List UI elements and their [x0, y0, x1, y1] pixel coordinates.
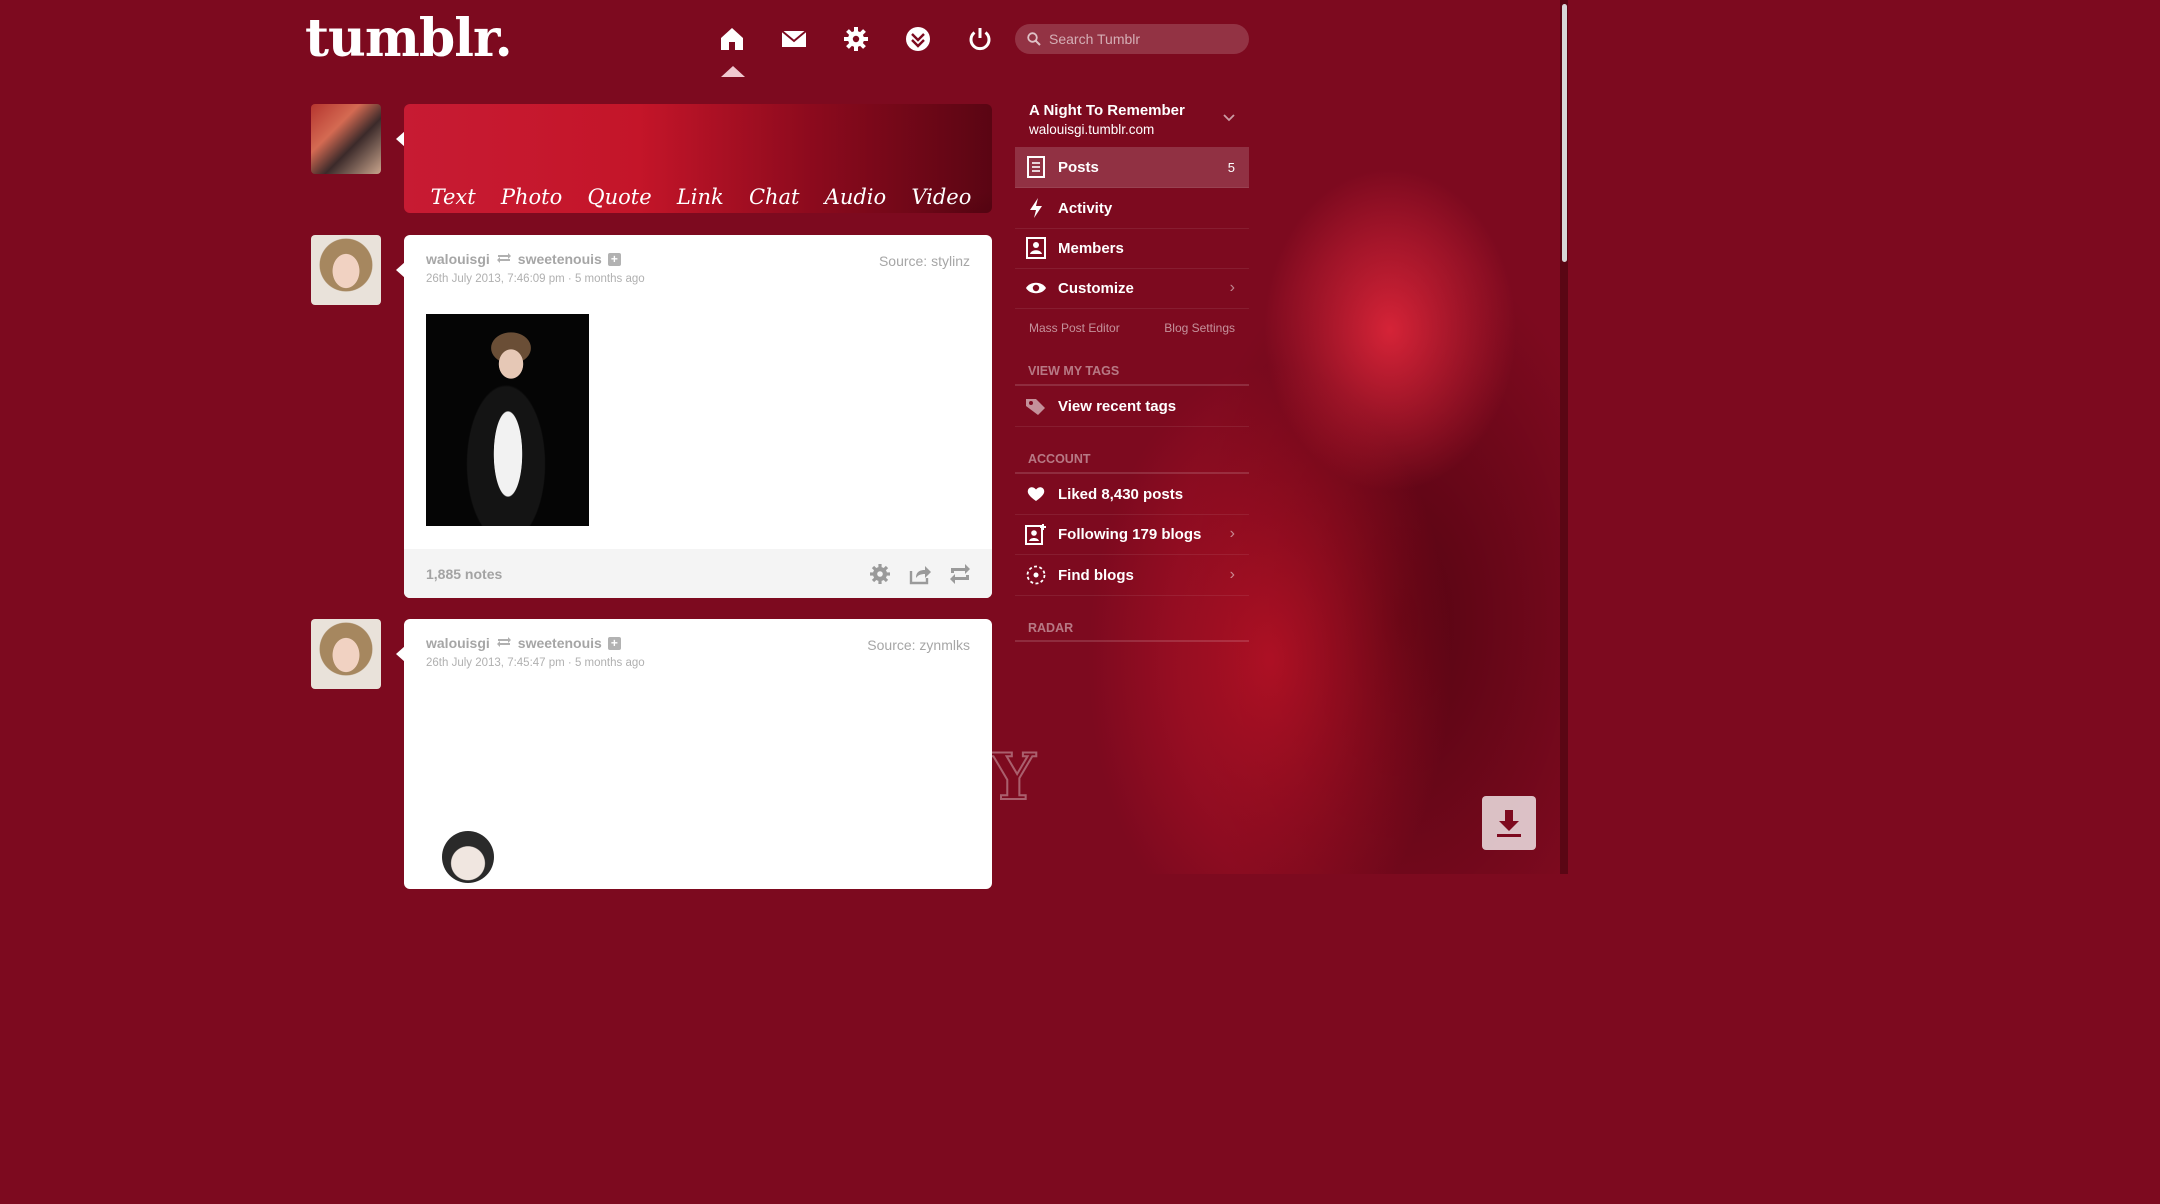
sidebar-item-members[interactable]: Members — [1015, 228, 1249, 269]
blog-title: A Night To Remember — [1029, 102, 1185, 119]
post-source[interactable]: Source: zynmlks — [867, 637, 970, 653]
search-icon — [1027, 32, 1041, 46]
sidebar-item-label: Find blogs — [1058, 566, 1134, 584]
section-header-radar: RADAR — [1028, 621, 1074, 635]
blog-settings-link[interactable]: Blog Settings — [1164, 321, 1235, 335]
home-button[interactable] — [716, 22, 748, 56]
tag-icon — [1025, 395, 1047, 417]
sidebar-item-find-blogs[interactable]: Find blogs › — [1015, 555, 1249, 596]
section-header-tags: VIEW MY TAGS — [1028, 364, 1120, 378]
post-type-video[interactable]: Video — [911, 185, 971, 209]
sidebar-item-label: Following 179 blogs — [1058, 525, 1202, 543]
sidebar-item-following[interactable]: Following 179 blogs › — [1015, 514, 1249, 555]
following-icon — [1025, 523, 1047, 545]
post-type-chat[interactable]: Chat — [749, 185, 800, 209]
share-icon[interactable] — [908, 562, 932, 586]
follow-plus-icon[interactable]: + — [607, 636, 621, 650]
sidebar-item-label: Customize — [1058, 279, 1134, 297]
post-card: walouisgi sweetenouis + 26th July 2013, … — [404, 235, 992, 598]
blog-switcher[interactable]: A Night To Remember walouisgi.tumblr.com — [1015, 100, 1249, 144]
sidebar-item-label: Posts — [1058, 158, 1099, 176]
search-box[interactable] — [1015, 24, 1249, 54]
sidebar-item-label: View recent tags — [1058, 397, 1177, 415]
post-type-photo[interactable]: Photo — [501, 185, 562, 209]
search-input[interactable] — [1047, 30, 1241, 48]
section-header-account: ACCOUNT — [1028, 452, 1091, 466]
posts-count-badge: 5 — [1227, 159, 1235, 175]
post-type-text[interactable]: Text — [431, 185, 476, 209]
chevron-right-icon: › — [1229, 525, 1235, 542]
blog-avatar[interactable] — [311, 104, 381, 174]
blog-url: walouisgi.tumblr.com — [1029, 122, 1155, 137]
post-date[interactable]: 26th July 2013, 7:45:47 pm · 5 months ag… — [426, 657, 970, 669]
reblog-icon[interactable] — [948, 562, 972, 586]
post-photo[interactable] — [426, 314, 589, 526]
post-avatar[interactable] — [311, 235, 381, 305]
settings-button[interactable] — [840, 22, 872, 56]
power-icon — [969, 28, 991, 51]
post-settings-gear-icon[interactable] — [868, 562, 892, 586]
post-author-link[interactable]: walouisgi — [426, 251, 490, 267]
post-avatar[interactable] — [311, 619, 381, 689]
post-card: walouisgi sweetenouis + 26th July 2013, … — [404, 619, 992, 889]
sidebar-item-label: Liked 8,430 posts — [1058, 485, 1184, 503]
tumblr-logo[interactable]: tumblr. — [305, 8, 513, 69]
members-icon — [1025, 237, 1047, 259]
heart-icon — [1025, 483, 1047, 505]
follow-plus-icon[interactable]: + — [607, 252, 621, 266]
explore-icon — [906, 27, 930, 51]
sidebar-item-label: Activity — [1058, 199, 1113, 217]
sidebar-item-label: Members — [1058, 239, 1124, 257]
reblog-small-icon — [496, 635, 512, 651]
explore-button[interactable] — [902, 22, 934, 56]
chevron-right-icon: › — [1229, 566, 1235, 583]
mail-icon — [781, 30, 807, 47]
post-author-link[interactable]: walouisgi — [426, 635, 490, 651]
download-arrow-icon — [1497, 810, 1521, 837]
post-type-bar: Text Photo Quote Link Chat Audio Video — [404, 185, 992, 209]
post-source[interactable]: Source: stylinz — [879, 253, 970, 269]
home-icon — [721, 28, 743, 50]
divider — [1015, 640, 1249, 642]
post-composer: Text Photo Quote Link Chat Audio Video — [404, 104, 992, 213]
scrollbar-thumb[interactable] — [1562, 4, 1567, 262]
page-scrollbar[interactable] — [1560, 0, 1568, 874]
sidebar-item-activity[interactable]: Activity — [1015, 188, 1249, 229]
reblogged-from-link[interactable]: sweetenouis — [518, 635, 602, 651]
lightning-icon — [1025, 197, 1047, 219]
find-icon — [1025, 564, 1047, 586]
post-actions — [868, 562, 972, 586]
download-button[interactable] — [1482, 796, 1536, 850]
post-footer: 1,885 notes — [404, 549, 992, 598]
post-notes-count[interactable]: 1,885 notes — [426, 566, 502, 582]
sidebar-item-posts[interactable]: Posts 5 — [1015, 147, 1249, 188]
active-nav-caret — [721, 66, 745, 77]
gear-icon — [844, 27, 868, 51]
reblogged-from-link[interactable]: sweetenouis — [518, 251, 602, 267]
top-nav — [716, 22, 996, 56]
sidebar-item-recent-tags[interactable]: View recent tags — [1015, 386, 1249, 427]
sidebar-item-likes[interactable]: Liked 8,430 posts — [1015, 474, 1249, 515]
document-icon — [1025, 156, 1047, 178]
reblog-small-icon — [496, 251, 512, 267]
mass-post-editor-link[interactable]: Mass Post Editor — [1029, 321, 1120, 335]
chevron-right-icon: › — [1229, 279, 1235, 296]
eye-icon — [1025, 277, 1047, 299]
post-date[interactable]: 26th July 2013, 7:46:09 pm · 5 months ag… — [426, 273, 970, 285]
post-photo[interactable] — [442, 831, 494, 883]
post-type-audio[interactable]: Audio — [825, 185, 887, 209]
logout-button[interactable] — [964, 22, 996, 56]
sidebar-item-customize[interactable]: Customize › — [1015, 268, 1249, 309]
messages-button[interactable] — [778, 22, 810, 56]
post-type-quote[interactable]: Quote — [587, 185, 651, 209]
post-type-link[interactable]: Link — [677, 185, 724, 209]
background-letter-decoration: Y — [989, 739, 1037, 816]
chevron-down-icon — [1223, 114, 1235, 122]
